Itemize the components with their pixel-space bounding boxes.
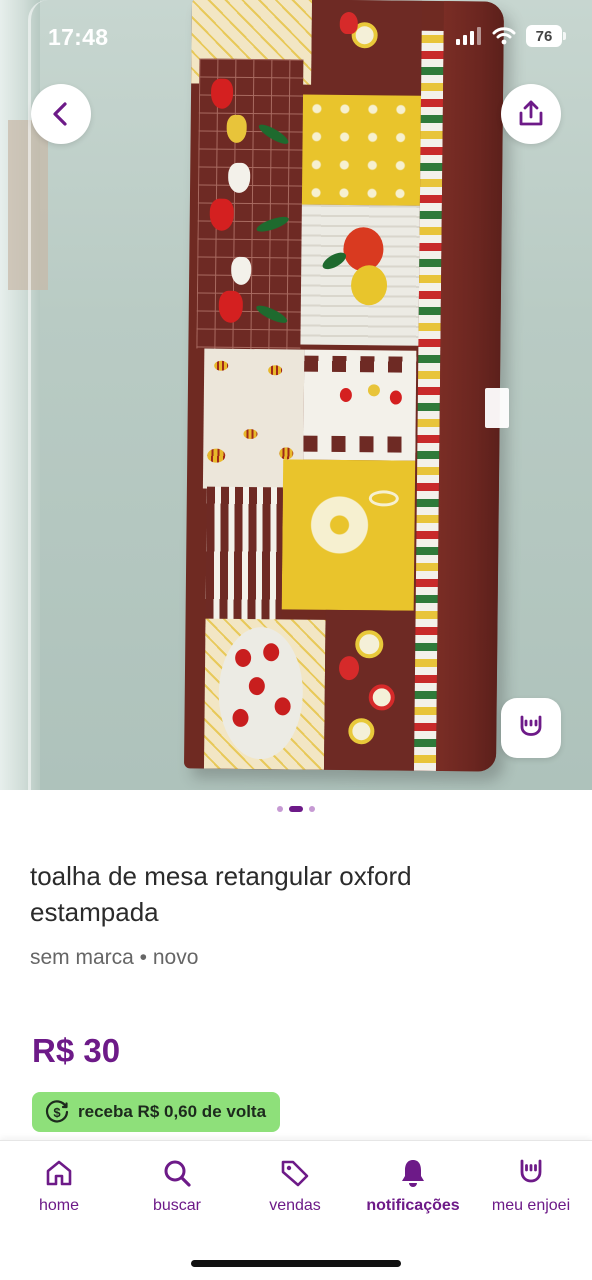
enjoei-hand-icon bbox=[520, 1159, 542, 1183]
cashback-text: receba R$ 0,60 de volta bbox=[78, 1102, 267, 1121]
tile-stripes bbox=[205, 486, 283, 640]
back-arrow-icon bbox=[53, 102, 67, 126]
bell-icon bbox=[402, 1160, 424, 1187]
tile-floral-bottom bbox=[323, 609, 416, 771]
share-button[interactable] bbox=[501, 84, 561, 144]
nav-my-enjoei[interactable]: meu enjoei bbox=[472, 1157, 590, 1215]
tile-maroon-border bbox=[435, 1, 505, 772]
nav-sales[interactable]: vendas bbox=[236, 1157, 354, 1215]
product-price: R$ 30 bbox=[32, 1032, 121, 1069]
svg-text:$: $ bbox=[53, 1105, 61, 1120]
enjoei-action-button[interactable] bbox=[501, 698, 561, 758]
nav-search[interactable]: buscar bbox=[118, 1157, 236, 1215]
bottom-nav: home buscar vendas notificações meu enjo… bbox=[0, 1140, 592, 1280]
tablecloth bbox=[183, 0, 505, 772]
cashback-coin-icon: $ bbox=[45, 1100, 69, 1123]
tile-floral-top bbox=[311, 0, 423, 96]
signal-icon bbox=[456, 27, 481, 45]
nav-home[interactable]: home bbox=[0, 1157, 118, 1215]
nav-sales-label: vendas bbox=[269, 1197, 321, 1214]
image-pager[interactable] bbox=[0, 806, 592, 812]
home-icon bbox=[46, 1160, 72, 1186]
battery-level: 76 bbox=[535, 27, 553, 45]
tile-apples bbox=[300, 204, 420, 346]
pager-dot[interactable] bbox=[309, 806, 315, 812]
wifi-icon bbox=[492, 27, 516, 45]
product-subtitle: sem marca • novo bbox=[30, 946, 199, 969]
nav-search-label: buscar bbox=[152, 1197, 202, 1214]
cashback-badge: $ receba R$ 0,60 de volta bbox=[32, 1092, 281, 1132]
nav-notifications-label: notificações bbox=[366, 1197, 460, 1214]
battery-icon: 76 bbox=[526, 25, 566, 47]
tile-daisy bbox=[281, 459, 416, 611]
nav-notifications[interactable]: notificações bbox=[354, 1157, 472, 1215]
tile-yellow-circles bbox=[301, 94, 422, 206]
status-icons: 76 bbox=[456, 25, 566, 47]
home-indicator[interactable] bbox=[191, 1260, 401, 1267]
product-title: toalha de mesa retangular oxford estampa… bbox=[30, 861, 412, 927]
share-icon bbox=[519, 100, 543, 126]
status-time: 17:48 bbox=[48, 24, 109, 50]
light-reflection bbox=[485, 388, 509, 428]
enjoei-hand-icon bbox=[520, 715, 542, 736]
pager-dot-active[interactable] bbox=[289, 806, 303, 812]
product-photo[interactable] bbox=[0, 0, 592, 790]
nav-home-label: home bbox=[38, 1197, 80, 1214]
nav-my-enjoei-label: meu enjoei bbox=[491, 1197, 571, 1214]
back-button[interactable] bbox=[31, 84, 91, 144]
tag-icon bbox=[281, 1160, 309, 1187]
pager-dot[interactable] bbox=[277, 806, 283, 812]
search-icon bbox=[164, 1160, 191, 1187]
tile-tulips bbox=[196, 58, 304, 350]
tile-cherries bbox=[203, 618, 326, 770]
tile-fruits bbox=[303, 349, 417, 461]
